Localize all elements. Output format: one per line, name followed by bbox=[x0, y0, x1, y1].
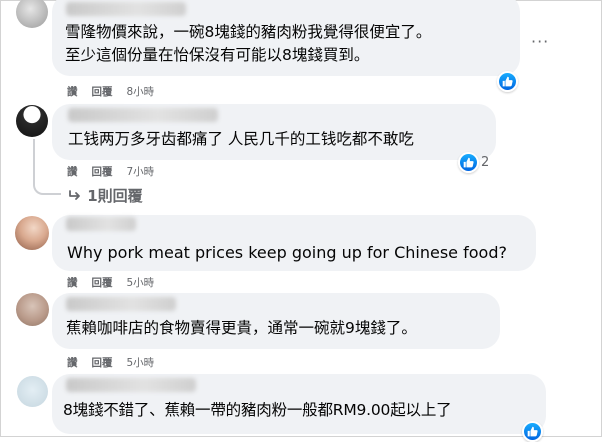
timestamp[interactable]: 8小時 bbox=[127, 86, 155, 98]
timestamp[interactable]: 5小時 bbox=[127, 277, 155, 289]
like-button[interactable]: 讚 bbox=[67, 357, 78, 369]
like-reaction-badge[interactable] bbox=[497, 71, 518, 92]
thumbs-up-icon bbox=[502, 76, 513, 87]
comment-text-line-1: Why pork meat prices keep going up for C… bbox=[67, 243, 507, 262]
comment-text-line-1: 雪隆物價來說，一碗8塊錢的豬肉粉我覺得很便宜了。 bbox=[65, 23, 432, 41]
like-reaction-badge[interactable] bbox=[522, 421, 543, 442]
avatar[interactable] bbox=[16, 105, 48, 137]
comment-actions: 讚 回覆 5小時 bbox=[67, 355, 168, 370]
comment-bubble: 8塊錢不錯了、蕉賴一帶的豬肉粉一般都RM9.00起以上了 bbox=[52, 374, 546, 434]
commenter-name[interactable] bbox=[66, 2, 186, 16]
reply-button[interactable]: 回覆 bbox=[92, 357, 113, 369]
commenter-name[interactable] bbox=[66, 297, 176, 311]
comment-bubble: 蕉賴咖啡店的食物賣得更貴，通常一碗就9塊錢了。 bbox=[52, 293, 500, 349]
commenter-name[interactable] bbox=[66, 378, 196, 392]
timestamp[interactable]: 5小時 bbox=[127, 357, 155, 369]
comment-text-line-1: 蕉賴咖啡店的食物賣得更貴，通常一碗就9塊錢了。 bbox=[66, 319, 417, 337]
like-button[interactable]: 讚 bbox=[67, 86, 78, 98]
like-reaction-badge[interactable] bbox=[458, 152, 479, 173]
comment-text-line-1: 工钱两万多牙齿都痛了 人民几千的工钱吃都不敢吃 bbox=[68, 130, 414, 148]
comment-bubble: Why pork meat prices keep going up for C… bbox=[52, 215, 536, 271]
thumbs-up-icon bbox=[463, 157, 474, 168]
commenter-name[interactable] bbox=[68, 108, 218, 122]
commenter-name[interactable] bbox=[66, 217, 136, 231]
reply-button[interactable]: 回覆 bbox=[92, 166, 113, 178]
comment-text-line-2: 至少這個份量在怡保沒有可能以8塊錢買到。 bbox=[65, 46, 370, 64]
comment-actions: 讚 回覆 7小時 bbox=[67, 164, 168, 179]
reply-button[interactable]: 回覆 bbox=[92, 86, 113, 98]
reply-button[interactable]: 回覆 bbox=[92, 277, 113, 289]
reaction-count[interactable]: 2 bbox=[481, 155, 489, 170]
timestamp[interactable]: 7小時 bbox=[127, 166, 155, 178]
more-options-button[interactable]: ··· bbox=[531, 32, 549, 51]
avatar[interactable] bbox=[15, 216, 49, 250]
thumbs-up-icon bbox=[527, 426, 538, 437]
like-button[interactable]: 讚 bbox=[67, 277, 78, 289]
replies-label: 1則回覆 bbox=[87, 187, 143, 205]
view-replies-link[interactable]: 1則回覆 bbox=[68, 185, 143, 206]
thread-line bbox=[33, 139, 61, 195]
avatar[interactable] bbox=[17, 376, 48, 407]
avatar[interactable] bbox=[16, 293, 49, 326]
comment-text-line-1: 8塊錢不錯了、蕉賴一帶的豬肉粉一般都RM9.00起以上了 bbox=[63, 401, 452, 419]
reply-arrow-icon bbox=[69, 190, 80, 200]
comment-bubble: 雪隆物價來說，一碗8塊錢的豬肉粉我覺得很便宜了。 至少這個份量在怡保沒有可能以8… bbox=[52, 0, 520, 76]
like-button[interactable]: 讚 bbox=[67, 166, 78, 178]
comment-bubble: 工钱两万多牙齿都痛了 人民几千的工钱吃都不敢吃 bbox=[52, 104, 496, 160]
comment-actions: 讚 回覆 8小時 bbox=[67, 84, 168, 99]
comment-actions: 讚 回覆 5小時 bbox=[67, 275, 168, 290]
